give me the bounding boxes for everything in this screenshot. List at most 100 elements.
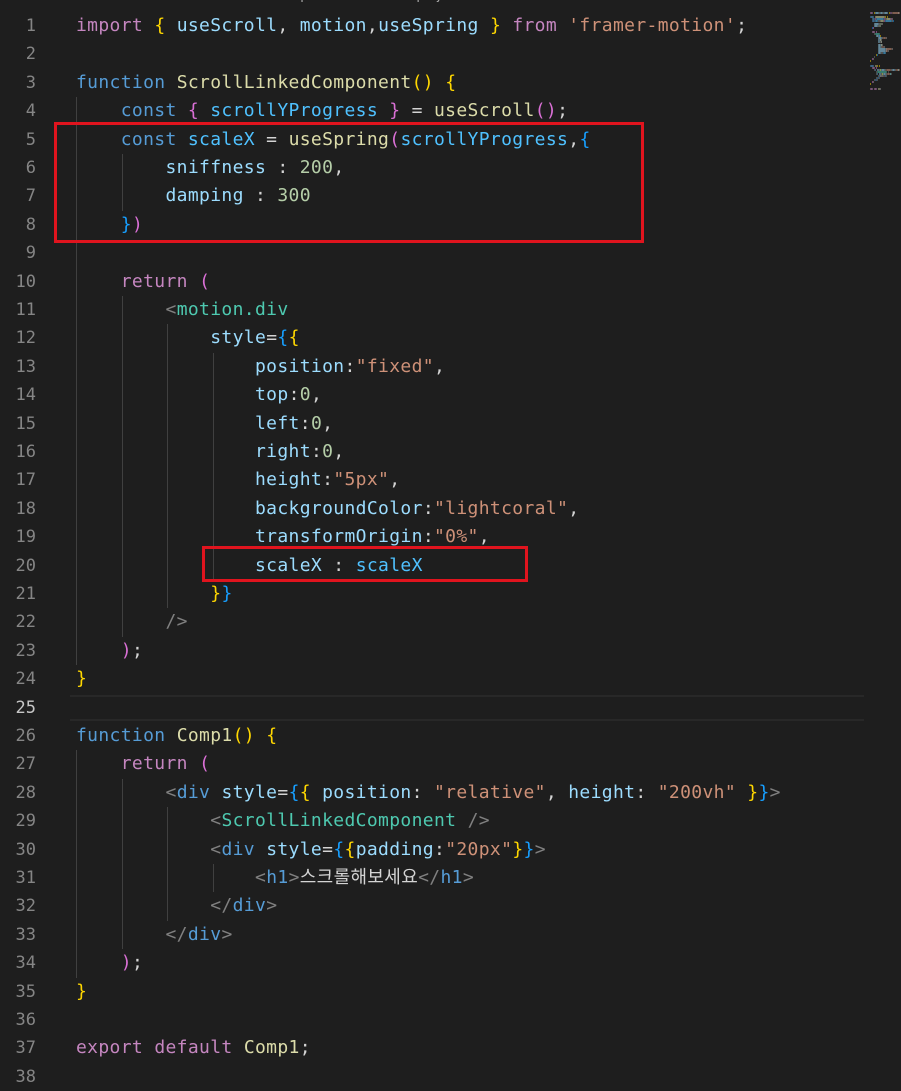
code-token: = [322, 838, 334, 860]
code-token: function [76, 71, 166, 93]
line-number: 12 [15, 328, 36, 349]
minimap-line [879, 24, 881, 27]
code-token: } [76, 668, 88, 690]
minimap[interactable] [866, 0, 901, 1084]
minimap-line [872, 26, 874, 29]
code-line[interactable]: 36 [0, 1006, 866, 1034]
code-line[interactable]: 13 position:"fixed", [0, 353, 866, 381]
breadcrumb-item[interactable]: SRC [0, 0, 26, 3]
code-token: : [299, 412, 311, 434]
code-line[interactable]: 34 ); [0, 949, 866, 977]
code-line[interactable]: 9 [0, 239, 866, 267]
code-line[interactable]: 27 return ( [0, 750, 866, 778]
code-line[interactable]: 18 backgroundColor:"lightcoral", [0, 495, 866, 523]
code-token: export [76, 1037, 144, 1059]
code-line[interactable]: 26 function Comp1() { [0, 722, 866, 750]
code-line[interactable]: 3 function ScrollLinkedComponent() { [0, 69, 866, 97]
line-number: 5 [25, 129, 36, 150]
breadcrumb-item[interactable]: ... [472, 0, 484, 3]
line-number: 30 [15, 839, 36, 860]
code-token: 300 [277, 185, 311, 207]
minimap-line [892, 47, 893, 50]
code-token: 스크롤해보세요 [299, 867, 419, 888]
code-token: = [255, 128, 289, 150]
breadcrumb-item[interactable]: Comp1.jsx [387, 0, 455, 3]
react-file-icon: ⚛ [370, 0, 387, 3]
code-token: > [462, 867, 475, 888]
code-line[interactable]: 28 <div style={{ position: "relative", h… [0, 779, 866, 807]
code-token: "5px" [333, 469, 390, 491]
code-text: height:"5px", [76, 466, 400, 494]
code-line[interactable]: 12 style={{ [0, 324, 866, 352]
code-line[interactable]: 25 [0, 694, 866, 722]
code-line[interactable]: 14 top:0, [0, 381, 866, 409]
code-line[interactable]: 1 import { useScroll, motion,useSpring } … [0, 12, 866, 40]
code-token: "20px" [445, 838, 513, 860]
code-line[interactable]: 6 sniffness : 200, [0, 154, 866, 182]
code-line[interactable]: 7 damping : 300 [0, 182, 866, 210]
code-token: , [568, 128, 580, 150]
code-line[interactable]: 31 <h1>스크롤해보세요</h1> [0, 864, 866, 892]
code-text: <div style={{ position: "relative", heig… [76, 779, 781, 807]
code-line[interactable]: 15 left:0, [0, 410, 866, 438]
line-number: 17 [15, 470, 36, 491]
code-token: sniffness [165, 157, 267, 178]
breadcrumb-item[interactable]: ex02-framermotion [93, 0, 219, 3]
breadcrumb-item[interactable]: 0401 [43, 0, 76, 3]
code-line[interactable]: 32 </div> [0, 892, 866, 920]
code-token: h1 [266, 867, 289, 888]
code-line[interactable]: 33 </div> [0, 921, 866, 949]
code-line[interactable]: 4 const { scrollYProgress } = useScroll(… [0, 97, 866, 125]
code-line[interactable]: 35} [0, 978, 866, 1006]
code-line[interactable]: 30 <div style={{padding:"20px"}}> [0, 836, 866, 864]
line-number: 25 [15, 697, 36, 718]
code-token: ( [389, 128, 401, 150]
code-line[interactable]: 23 ); [0, 637, 866, 665]
code-token: scaleX [187, 128, 255, 150]
code-line[interactable]: 19 transformOrigin:"0%", [0, 523, 866, 551]
code-token: ( [199, 753, 211, 775]
line-number: 8 [25, 214, 36, 235]
code-token: : [411, 781, 434, 803]
line-number: 28 [15, 782, 36, 803]
code-line[interactable]: 24} [0, 665, 866, 693]
code-line[interactable]: 38 [0, 1063, 866, 1091]
code-line[interactable]: 29 <ScrollLinkedComponent /> [0, 807, 866, 835]
code-line[interactable]: 5 const scaleX = useSpring(scrollYProgre… [0, 126, 866, 154]
code-line[interactable]: 10 return ( [0, 268, 866, 296]
code-text: transformOrigin:"0%", [76, 523, 490, 551]
code-line[interactable]: 8 }) [0, 211, 866, 239]
code-token: , [322, 412, 334, 434]
code-token: : [322, 469, 334, 491]
breadcrumb-item[interactable]: src [236, 0, 255, 3]
code-token: </ [165, 923, 188, 945]
code-line[interactable]: 16 right:0, [0, 438, 866, 466]
code-token: } [747, 781, 759, 803]
code-line[interactable]: 20 scaleX : scaleX [0, 552, 866, 580]
code-token: = [400, 100, 434, 122]
code-token: 0 [322, 441, 334, 462]
code-line[interactable]: 11 <motion.div [0, 296, 866, 324]
line-number: 33 [15, 924, 36, 945]
code-token: Comp1 [176, 725, 233, 746]
code-line[interactable]: 17 height:"5px", [0, 466, 866, 494]
code-line[interactable]: 22 /> [0, 608, 866, 636]
code-token: , [333, 441, 345, 462]
code-line[interactable]: 21 }} [0, 580, 866, 608]
line-number: 18 [15, 498, 36, 519]
breadcrumb-item[interactable]: components [273, 0, 353, 3]
code-line[interactable]: 37 export default Comp1; [0, 1034, 866, 1062]
code-token: ; [299, 1037, 311, 1059]
code-token: transformOrigin [255, 526, 423, 548]
code-line[interactable]: 2 [0, 40, 866, 68]
code-editor[interactable]: 1 import { useScroll, motion,useSpring } … [0, 12, 866, 1087]
